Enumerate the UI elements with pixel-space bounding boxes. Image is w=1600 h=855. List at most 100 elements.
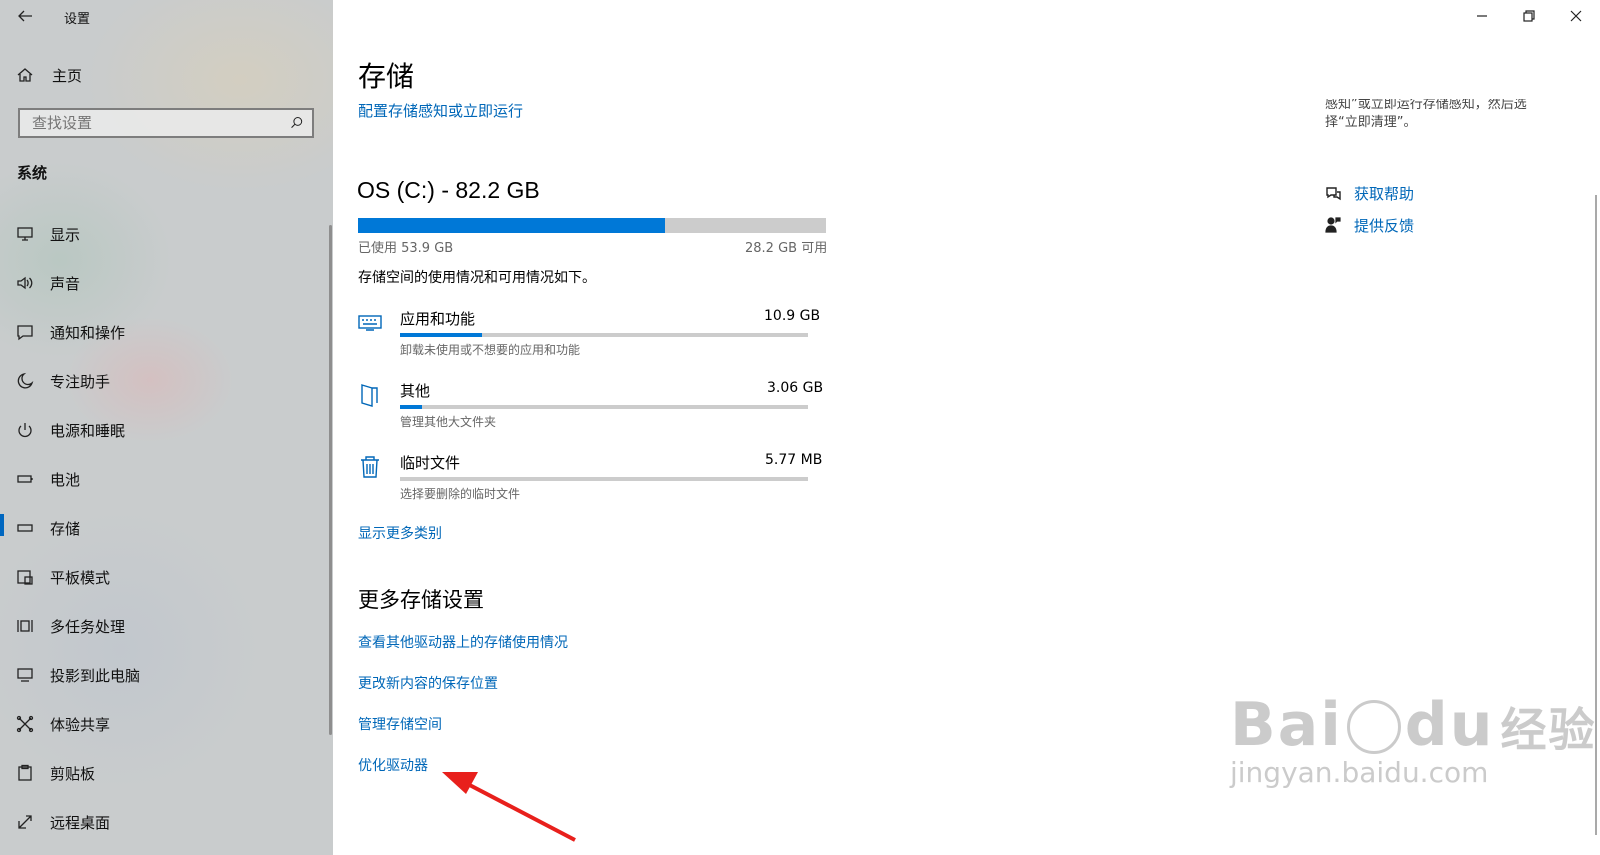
annotation-arrow	[442, 772, 576, 842]
storage-sense-link[interactable]: 配置存储感知或立即运行	[358, 100, 523, 121]
sidebar-item-label: 投影到此电脑	[50, 666, 141, 685]
project-icon	[14, 664, 36, 686]
sidebar-item-remote-desktop[interactable]: 远程桌面	[0, 803, 333, 841]
sidebar-item-label: 电源和睡眠	[50, 421, 126, 440]
restore-icon	[1523, 10, 1535, 22]
category-size: 10.9 GB	[764, 308, 821, 324]
tip-text-line2: 择“立即清理”。	[1325, 115, 1417, 130]
sidebar-item-multitasking[interactable]: 多任务处理	[0, 607, 333, 645]
minimize-button[interactable]	[1459, 0, 1505, 32]
watermark-text: 经验	[1500, 703, 1597, 757]
close-icon	[1570, 10, 1582, 22]
notification-icon	[14, 321, 36, 343]
more-settings-heading: 更多存储设置	[358, 588, 484, 612]
sidebar-item-sound[interactable]: 声音	[0, 264, 333, 302]
drive-free-label: 28.2 GB 可用	[745, 241, 828, 256]
category-size: 5.77 MB	[765, 452, 823, 468]
multitask-icon	[14, 615, 36, 637]
sidebar-item-label: 体验共享	[50, 715, 111, 734]
category-description: 选择要删除的临时文件	[400, 487, 521, 501]
help-chat-icon	[1322, 182, 1344, 204]
feedback-person-icon	[1322, 214, 1344, 236]
sidebar-item-label: 剪贴板	[50, 764, 96, 783]
sidebar-item-home[interactable]: 主页	[0, 56, 333, 94]
sidebar-scrollbar[interactable]	[329, 225, 332, 735]
sidebar-item-label: 远程桌面	[50, 813, 111, 832]
tablet-icon	[14, 566, 36, 588]
sidebar-item-clipboard[interactable]: 剪贴板	[0, 754, 333, 792]
window-title: 设置	[64, 12, 91, 27]
sidebar-item-label: 主页	[52, 66, 83, 85]
sidebar-item-label: 显示	[50, 225, 81, 244]
category-apps[interactable]: 应用和功能 10.9 GB 卸载未使用或不想要的应用和功能	[355, 300, 825, 360]
moon-icon	[14, 370, 36, 392]
monitor-icon	[14, 223, 36, 245]
sidebar-item-power[interactable]: 电源和睡眠	[0, 411, 333, 449]
tip-text-line1: 感知”或立即运行存储感知，然后选	[1325, 97, 1527, 112]
sidebar: 设置 主页 系统 显示 声音 通知和操作 专注助手 电源和睡眠 电池	[0, 0, 333, 855]
speaker-icon	[14, 272, 36, 294]
sidebar-item-project[interactable]: 投影到此电脑	[0, 656, 333, 694]
battery-icon	[14, 468, 36, 490]
restore-button[interactable]	[1506, 0, 1552, 32]
watermark-text: du	[1404, 690, 1495, 760]
other-drives-usage-link[interactable]: 查看其他驱动器上的存储使用情况	[358, 632, 568, 652]
trash-icon	[357, 454, 383, 484]
watermark-text: Bai	[1230, 690, 1343, 760]
sidebar-item-label: 平板模式	[50, 568, 111, 587]
get-help-link[interactable]: 获取帮助	[1354, 183, 1414, 204]
category-description: 卸载未使用或不想要的应用和功能	[400, 343, 581, 357]
get-help-row[interactable]: 获取帮助	[1322, 182, 1414, 204]
sidebar-item-battery[interactable]: 电池	[0, 460, 333, 498]
home-icon	[14, 64, 36, 86]
category-size: 3.06 GB	[767, 380, 824, 396]
sidebar-item-focus-assist[interactable]: 专注助手	[0, 362, 333, 400]
document-icon	[357, 382, 383, 412]
category-other[interactable]: 其他 3.06 GB 管理其他大文件夹	[355, 372, 825, 432]
sidebar-item-label: 存储	[50, 519, 81, 538]
section-heading: 系统	[17, 164, 48, 182]
paw-logo-icon	[1346, 700, 1401, 754]
manage-storage-spaces-link[interactable]: 管理存储空间	[358, 714, 442, 734]
sidebar-item-notifications[interactable]: 通知和操作	[0, 313, 333, 351]
sidebar-item-shared-experiences[interactable]: 体验共享	[0, 705, 333, 743]
optimize-drives-link[interactable]: 优化驱动器	[358, 755, 428, 775]
category-bar-fill	[400, 405, 423, 409]
category-bar	[400, 333, 808, 337]
drive-title: OS (C:) - 82.2 GB	[357, 177, 540, 203]
minimize-icon	[1477, 15, 1487, 17]
search-icon[interactable]	[286, 112, 308, 134]
usage-description: 存储空间的使用情况和可用情况如下。	[358, 270, 596, 286]
baidu-watermark: Bai du 经验 jingyan.baidu.com	[1230, 690, 1596, 789]
page-title: 存储	[358, 60, 415, 93]
feedback-link[interactable]: 提供反馈	[1354, 215, 1414, 236]
show-more-categories-link[interactable]: 显示更多类别	[358, 523, 442, 543]
power-icon	[14, 419, 36, 441]
search-input[interactable]	[30, 113, 274, 133]
drive-used-label: 已使用 53.9 GB	[358, 241, 454, 256]
storage-icon	[14, 517, 36, 539]
clipboard-icon	[14, 762, 36, 784]
close-button[interactable]	[1553, 0, 1599, 32]
sidebar-item-label: 声音	[50, 274, 81, 293]
change-save-location-link[interactable]: 更改新内容的保存位置	[358, 673, 498, 693]
sidebar-item-label: 电池	[50, 470, 81, 489]
category-bar	[400, 477, 808, 481]
sidebar-item-tablet-mode[interactable]: 平板模式	[0, 558, 333, 596]
feedback-row[interactable]: 提供反馈	[1322, 214, 1414, 236]
search-box[interactable]	[18, 108, 314, 138]
back-arrow-icon[interactable]	[14, 5, 36, 27]
drive-usage-bar	[358, 218, 826, 233]
category-temp-files[interactable]: 临时文件 5.77 MB 选择要删除的临时文件	[355, 444, 825, 504]
sidebar-item-label: 通知和操作	[50, 323, 126, 342]
category-bar-fill	[400, 333, 482, 337]
watermark-url: jingyan.baidu.com	[1230, 756, 1489, 789]
sidebar-item-label: 专注助手	[50, 372, 111, 391]
sidebar-item-storage[interactable]: 存储	[0, 509, 333, 547]
category-description: 管理其他大文件夹	[400, 415, 497, 429]
keyboard-icon	[357, 310, 383, 340]
category-name: 应用和功能	[400, 310, 476, 328]
category-bar	[400, 405, 808, 409]
sidebar-item-display[interactable]: 显示	[0, 215, 333, 253]
category-name: 临时文件	[400, 454, 461, 472]
